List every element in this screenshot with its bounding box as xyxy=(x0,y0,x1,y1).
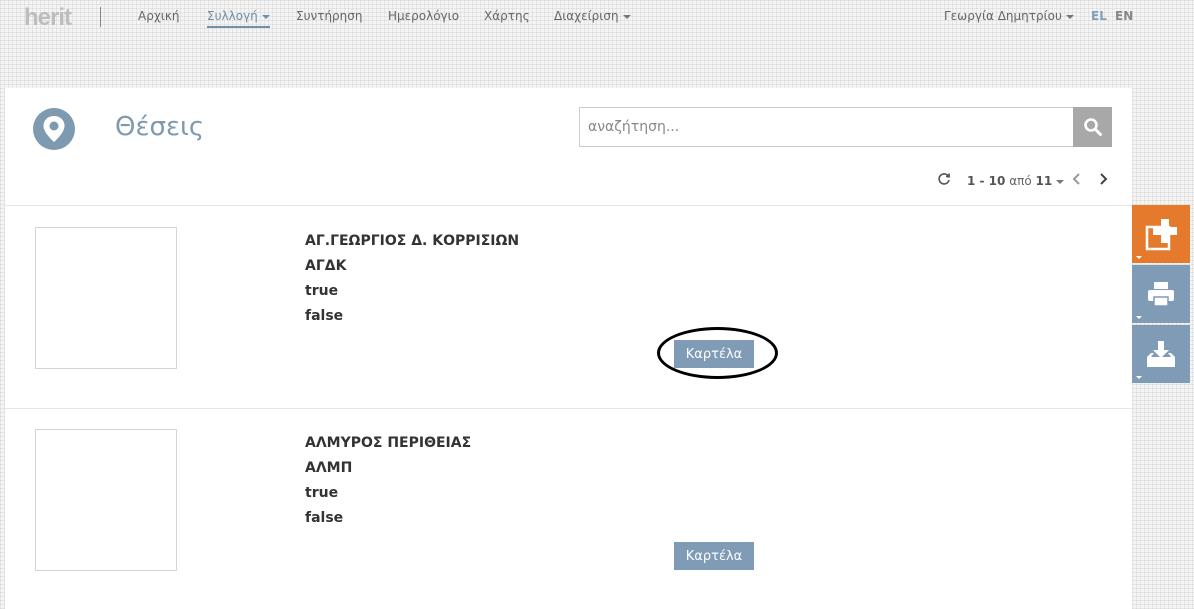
nav-item-admin-label: Διαχείριση xyxy=(554,9,619,23)
nav-item-collection-label: Συλλογή xyxy=(207,9,258,23)
add-button[interactable] xyxy=(1132,205,1190,263)
record-flag2: false xyxy=(305,308,344,324)
language-en[interactable]: EN xyxy=(1115,9,1133,23)
logo-separator xyxy=(100,7,101,27)
chevron-down-icon xyxy=(622,14,631,19)
record-flag2: false xyxy=(305,510,344,526)
chevron-left-icon[interactable] xyxy=(1071,172,1083,186)
record-code: ΑΛΜΠ xyxy=(305,460,353,476)
add-icon xyxy=(1145,219,1177,251)
chevron-down-icon xyxy=(1136,376,1142,379)
record-card-button[interactable]: Καρτέλα xyxy=(674,340,754,368)
record-code: ΑΓΔΚ xyxy=(305,258,347,274)
list-item: ΑΓ.ΓΕΩΡΓΙΟΣ Δ. ΚΟΡΡΙΣΙΩΝ ΑΓΔΚ true false… xyxy=(5,207,1132,409)
user-name: Γεωργία Δημητρίου xyxy=(944,9,1062,23)
download-icon xyxy=(1147,341,1175,367)
nav-item-conservation[interactable]: Συντήρηση xyxy=(296,9,363,23)
divider xyxy=(5,205,1132,206)
record-name: ΑΓ.ΓΕΩΡΓΙΟΣ Δ. ΚΟΡΡΙΣΙΩΝ xyxy=(305,233,520,249)
chevron-down-icon xyxy=(1136,316,1142,319)
print-button[interactable] xyxy=(1132,265,1190,323)
search-input[interactable] xyxy=(579,107,1074,147)
pager: 1 - 10 από 11 xyxy=(5,172,1132,192)
map-pin-icon xyxy=(33,108,75,150)
record-flag1: true xyxy=(305,485,339,501)
pager-of: από xyxy=(1009,174,1032,188)
language-el[interactable]: EL xyxy=(1091,9,1107,23)
pager-range: 1 - 10 xyxy=(967,174,1006,188)
main-panel: Θέσεις 1 - 10 από 11 ΑΓ.ΓΕΩΡΓΙΟΣ Δ. ΚΟΡΡ… xyxy=(5,88,1132,609)
nav-item-admin[interactable]: Διαχείριση xyxy=(554,9,631,23)
nav-item-calendar[interactable]: Ημερολόγιο xyxy=(388,9,459,23)
page-title: Θέσεις xyxy=(115,112,205,142)
logo[interactable]: herit xyxy=(24,4,72,31)
refresh-icon[interactable] xyxy=(937,172,951,186)
record-card-button[interactable]: Καρτέλα xyxy=(674,542,754,570)
download-button[interactable] xyxy=(1132,325,1190,383)
top-navbar: herit Αρχική Συλλογή Συντήρηση Ημερολόγι… xyxy=(0,0,1194,36)
chevron-right-icon[interactable] xyxy=(1097,172,1109,186)
chevron-down-icon xyxy=(1056,179,1065,184)
pager-info[interactable]: 1 - 10 από 11 xyxy=(967,174,1065,188)
chevron-down-icon xyxy=(261,14,270,19)
search-button[interactable] xyxy=(1073,107,1112,147)
record-thumbnail[interactable] xyxy=(35,429,177,571)
nav-item-home[interactable]: Αρχική xyxy=(138,9,180,23)
chevron-down-icon xyxy=(1065,14,1074,19)
nav-item-map[interactable]: Χάρτης xyxy=(484,9,530,23)
record-thumbnail[interactable] xyxy=(35,227,177,369)
pager-total: 11 xyxy=(1035,174,1053,188)
record-flag1: true xyxy=(305,283,339,299)
user-menu[interactable]: Γεωργία Δημητρίου xyxy=(944,9,1074,23)
nav-item-collection[interactable]: Συλλογή xyxy=(207,9,270,28)
print-icon xyxy=(1148,282,1174,307)
chevron-down-icon xyxy=(1136,256,1142,259)
search-icon xyxy=(1083,118,1102,136)
record-name: ΑΛΜΥΡΟΣ ΠΕΡΙΘΕΙΑΣ xyxy=(305,435,472,451)
list-item: ΑΛΜΥΡΟΣ ΠΕΡΙΘΕΙΑΣ ΑΛΜΠ true false Καρτέλ… xyxy=(5,409,1132,609)
